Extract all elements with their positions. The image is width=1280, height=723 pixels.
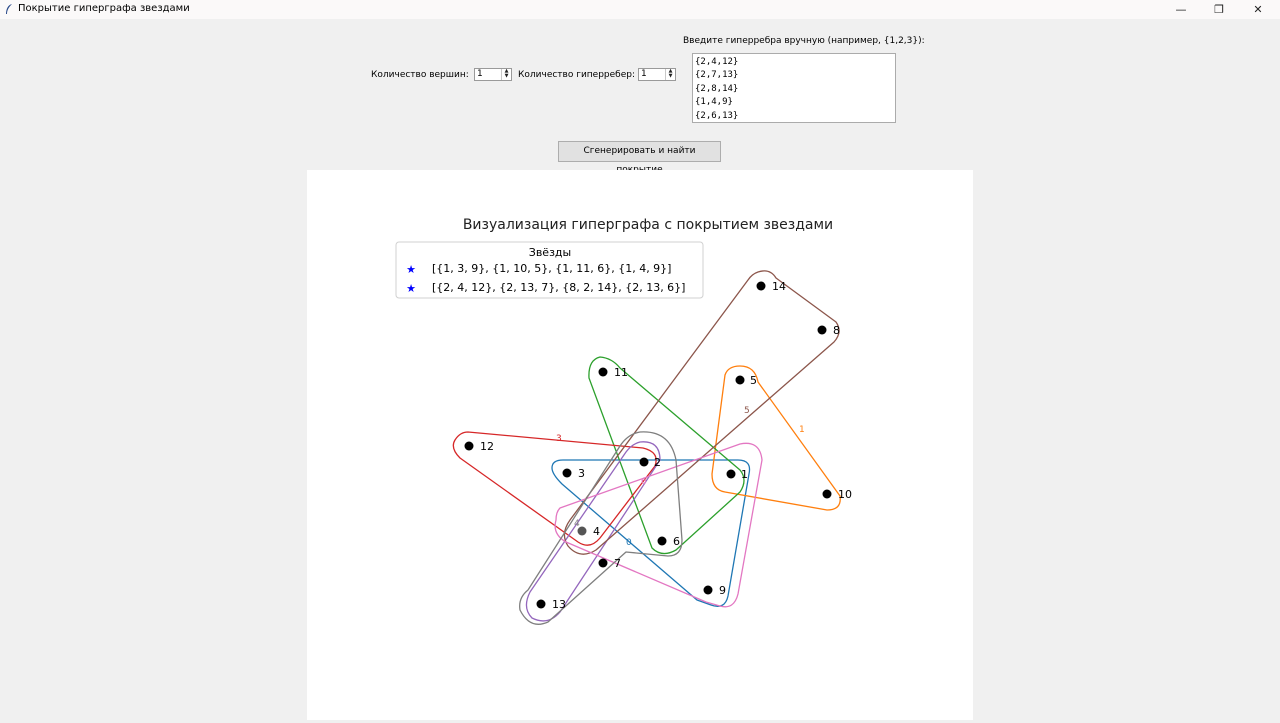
hypergraph-plot: Визуализация гиперграфа с покрытием звез…: [395, 217, 852, 625]
vertex-9: [703, 585, 713, 595]
vertex-6: [657, 536, 667, 546]
vertex-label: 4: [593, 525, 600, 538]
textarea-line: {1,4,9}: [695, 97, 733, 108]
edge-label: 1: [799, 425, 805, 435]
vertex-14: [756, 281, 766, 291]
hyperedges-textarea[interactable]: {2,4,12} {2,7,13} {2,8,14} {1,4,9} {2,6,…: [692, 53, 896, 123]
generate-button[interactable]: Сгенерировать и найти покрытие: [558, 141, 721, 175]
title-bar: Покрытие гиперграфа звездами — ❐ ✕: [0, 0, 1280, 19]
vertex-3: [562, 468, 572, 478]
textarea-line: {2,6,13}: [695, 110, 739, 121]
hyperedge-brown: [563, 270, 840, 555]
legend-entry: [{1, 3, 9}, {1, 10, 5}, {1, 11, 6}, {1, …: [432, 262, 671, 275]
vertex-label: 11: [614, 366, 628, 379]
vertex-1: [726, 469, 736, 479]
legend-entry: [{2, 4, 12}, {2, 13, 7}, {8, 2, 14}, {2,…: [432, 281, 685, 294]
vertex-13: [536, 599, 546, 609]
vertex-label: 14: [772, 280, 786, 293]
edge-label: 0: [626, 538, 632, 548]
vertex-label: 1: [741, 468, 748, 481]
plot-canvas: Визуализация гиперграфа с покрытием звез…: [307, 170, 973, 720]
close-button[interactable]: ✕: [1239, 0, 1277, 19]
vertex-2: [639, 457, 649, 467]
vertex-7: [598, 558, 608, 568]
manual-input-label: Введите гиперребра вручную (например, {1…: [683, 36, 925, 46]
feather-app-icon: [6, 4, 12, 14]
edge-label: 5: [744, 406, 750, 416]
hyperedge-orange: [711, 365, 841, 511]
vertex-label: 8: [833, 324, 840, 337]
restore-button[interactable]: ❐: [1200, 0, 1238, 19]
vertex-label: 7: [614, 557, 621, 570]
vertices-spinbox[interactable]: 1 ▲ ▼: [474, 68, 512, 81]
hyperedges-value: 1: [641, 69, 647, 79]
spin-arrows-icon[interactable]: ▲ ▼: [665, 69, 675, 80]
vertex-4: [577, 526, 587, 536]
spin-arrows-icon[interactable]: ▲ ▼: [501, 69, 511, 80]
hyperedge-green: [588, 356, 745, 555]
vertex-10: [822, 489, 832, 499]
vertex-label: 10: [838, 488, 852, 501]
hyperedges-label: Количество гиперребер:: [518, 70, 636, 80]
legend-title: Звёзды: [529, 246, 571, 259]
vertex-label: 3: [578, 467, 585, 480]
edge-label: 6: [641, 477, 647, 487]
vertex-label: 12: [480, 440, 494, 453]
textarea-line: {2,4,12}: [695, 57, 739, 67]
window-title: Покрытие гиперграфа звездами: [18, 3, 190, 14]
minimize-button[interactable]: —: [1162, 0, 1200, 19]
vertex-label: 2: [654, 456, 661, 469]
textarea-line: {2,8,14}: [695, 83, 739, 94]
vertex-8: [817, 325, 827, 335]
plot-title: Визуализация гиперграфа с покрытием звез…: [463, 217, 833, 233]
vertex-11: [598, 367, 608, 377]
edge-label: 4: [574, 519, 580, 529]
star-marker-icon: ★: [406, 263, 416, 276]
vertices-label: Количество вершин:: [371, 70, 469, 80]
vertex-label: 13: [552, 598, 566, 611]
vertices-value: 1: [477, 69, 483, 79]
hyperedges-spinbox[interactable]: 1 ▲ ▼: [638, 68, 676, 81]
vertex-label: 5: [750, 374, 757, 387]
vertex-12: [464, 441, 474, 451]
edge-label: 3: [556, 434, 562, 444]
legend: Звёзды ★ [{1, 3, 9}, {1, 10, 5}, {1, 11,…: [395, 241, 704, 299]
star-marker-icon: ★: [406, 282, 416, 295]
textarea-line: {2,7,13}: [695, 70, 739, 81]
vertex-label: 6: [673, 535, 680, 548]
vertex-5: [735, 375, 745, 385]
vertex-label: 9: [719, 584, 726, 597]
